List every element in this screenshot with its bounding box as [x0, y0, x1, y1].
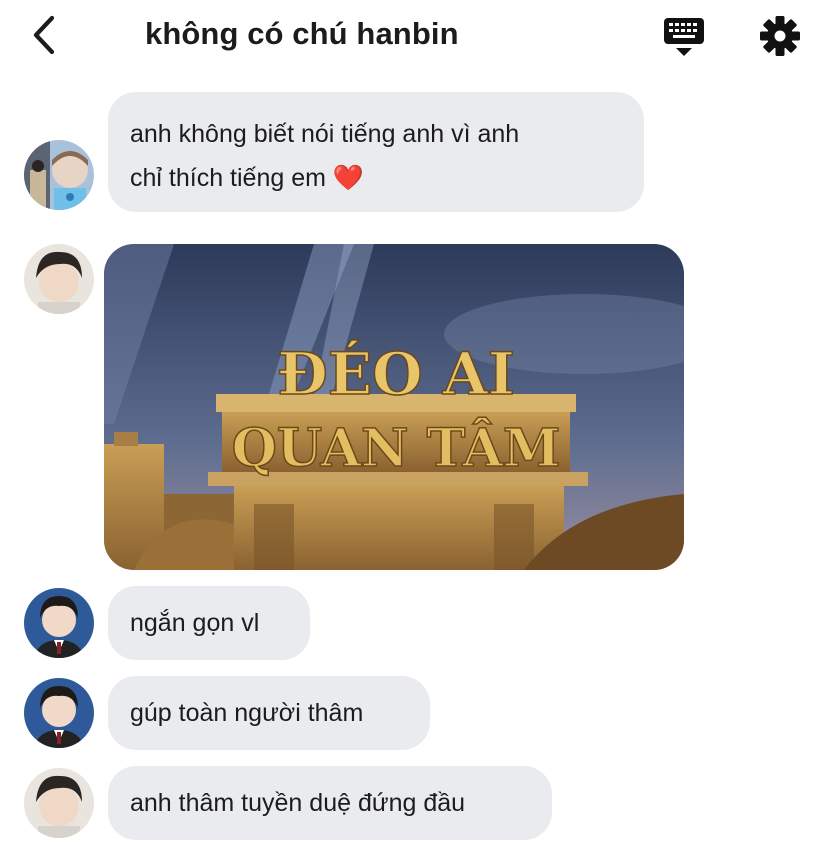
avatar-image-5	[24, 768, 94, 838]
avatar-image-2	[24, 244, 94, 314]
avatar[interactable]	[24, 768, 94, 838]
message-row: gúp toàn người thâm	[0, 676, 828, 750]
message-row: ngắn gọn vl	[0, 586, 828, 660]
message-bubble[interactable]: anh không biết nói tiếng anh vì anh chỉ …	[108, 92, 644, 212]
avatar[interactable]	[24, 244, 94, 314]
keyboard-icon	[664, 18, 704, 56]
back-button[interactable]	[26, 12, 66, 58]
chevron-left-icon	[33, 15, 55, 55]
meme-text-line2: QUAN TÂM	[232, 417, 561, 479]
avatar-image-3	[24, 588, 94, 658]
message-bubble[interactable]: ngắn gọn vl	[108, 586, 310, 660]
message-row: anh không biết nói tiếng anh vì anh chỉ …	[0, 92, 828, 212]
keyboard-button[interactable]	[660, 14, 708, 60]
message-row: anh thâm tuyền duệ đứng đầu	[0, 766, 828, 840]
heart-emoji-icon: ❤️	[332, 163, 365, 192]
avatar[interactable]	[24, 140, 94, 210]
avatar[interactable]	[24, 678, 94, 748]
settings-button[interactable]	[756, 12, 804, 60]
chat-header: không có chú hanbin	[0, 0, 828, 72]
image-message[interactable]: ĐÉO AI QUAN TÂM	[104, 244, 684, 570]
message-bubble[interactable]: anh thâm tuyền duệ đứng đầu	[108, 766, 552, 840]
message-bubble[interactable]: gúp toàn người thâm	[108, 676, 430, 750]
avatar[interactable]	[24, 588, 94, 658]
avatar-image-4	[24, 678, 94, 748]
message-text: chỉ thích tiếng em	[130, 164, 326, 192]
gear-icon	[760, 16, 800, 56]
chat-title: không có chú hanbin	[145, 16, 459, 51]
message-line: anh không biết nói tiếng anh vì anh	[130, 120, 520, 148]
meme-image: ĐÉO AI QUAN TÂM	[104, 244, 684, 570]
message-line-with-emoji: chỉ thích tiếng em ❤️	[130, 156, 622, 200]
meme-text-line1: ĐÉO AI	[277, 340, 515, 408]
avatar-image-1	[24, 140, 94, 210]
message-row: ĐÉO AI QUAN TÂM	[0, 244, 828, 570]
